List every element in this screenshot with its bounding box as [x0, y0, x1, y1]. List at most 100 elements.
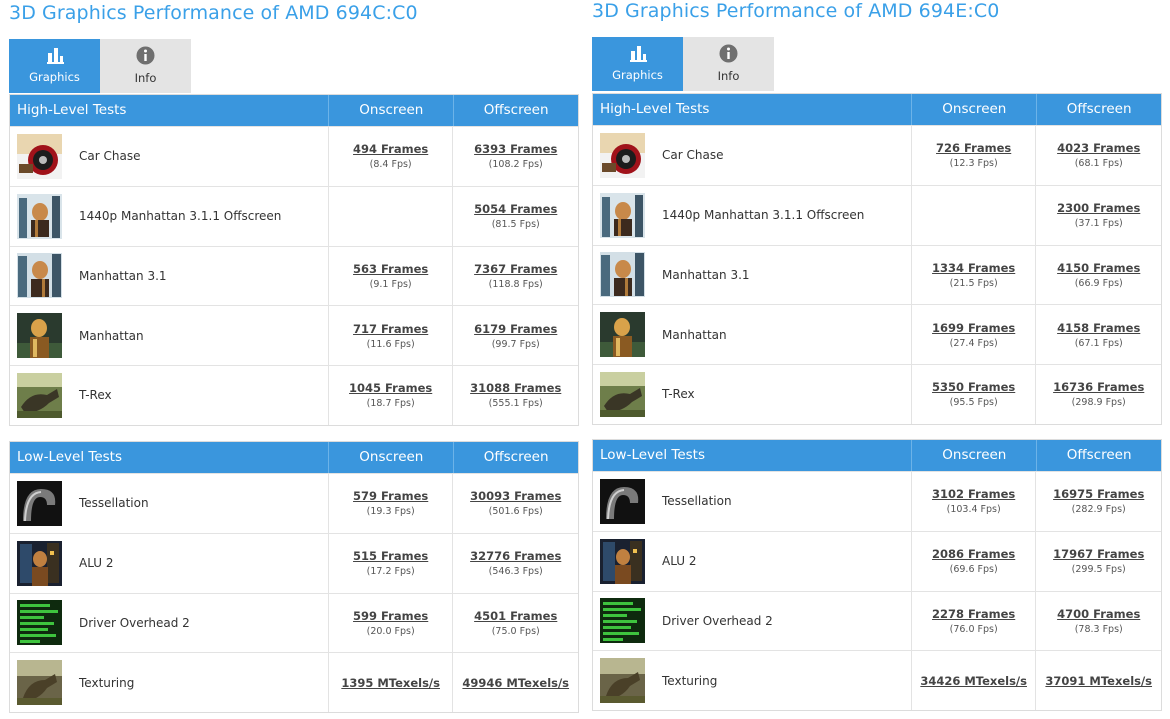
- offscreen-cell: 30093 Frames (501.6 Fps): [453, 474, 578, 533]
- header-offscreen: Offscreen: [1066, 447, 1132, 463]
- tab-info[interactable]: Info: [100, 39, 191, 93]
- tab-info[interactable]: Info: [683, 37, 774, 91]
- onscreen-fps: (17.2 Fps): [366, 566, 415, 578]
- offscreen-cell: 6393 Frames (108.2 Fps): [453, 127, 578, 186]
- low-level-tests-table: Low-Level Tests Onscreen Offscreen Tesse…: [9, 441, 579, 713]
- onscreen-result-link[interactable]: 726 Frames: [936, 141, 1011, 155]
- table-row: Manhattan 3.1 1334 Frames (21.5 Fps) 415…: [593, 244, 1161, 305]
- low-level-tests-table: Low-Level Tests Onscreen Offscreen Tesse…: [592, 439, 1162, 711]
- test-cell: 1440p Manhattan 3.1.1 Offscreen: [593, 185, 912, 245]
- offscreen-fps: (66.9 Fps): [1074, 277, 1123, 289]
- onscreen-result-link[interactable]: 2086 Frames: [932, 547, 1015, 561]
- header-onscreen: Onscreen: [912, 440, 1038, 471]
- device-panel: 3D Graphics Performance of AMD 694E:C0 G…: [592, 0, 1162, 717]
- test-thumbnail: [17, 600, 62, 646]
- test-name: ALU 2: [662, 554, 697, 569]
- offscreen-cell: 6179 Frames (99.7 Fps): [453, 306, 578, 365]
- offscreen-fps: (282.9 Fps): [1071, 504, 1126, 516]
- offscreen-fps: (108.2 Fps): [488, 159, 543, 171]
- table-row: Tessellation 579 Frames (19.3 Fps) 30093…: [10, 473, 578, 533]
- offscreen-result-link[interactable]: 16736 Frames: [1053, 380, 1144, 394]
- test-name: T-Rex: [662, 387, 695, 402]
- onscreen-result-link[interactable]: 563 Frames: [353, 262, 428, 276]
- test-name: 1440p Manhattan 3.1.1 Offscreen: [662, 208, 865, 223]
- offscreen-result-link[interactable]: 6393 Frames: [474, 142, 557, 156]
- onscreen-fps: (21.5 Fps): [949, 277, 998, 289]
- offscreen-result-link[interactable]: 37091 MTexels/s: [1045, 674, 1152, 688]
- onscreen-result-link[interactable]: 515 Frames: [353, 549, 428, 563]
- onscreen-cell: 579 Frames (19.3 Fps): [329, 474, 454, 533]
- test-cell: Driver Overhead 2: [593, 591, 912, 651]
- test-cell: Driver Overhead 2: [10, 593, 329, 653]
- tab-label: Info: [134, 71, 157, 85]
- onscreen-fps: (76.0 Fps): [949, 623, 998, 635]
- onscreen-result-link[interactable]: 5350 Frames: [932, 380, 1015, 394]
- onscreen-result-link[interactable]: 579 Frames: [353, 489, 428, 503]
- test-name: Tessellation: [79, 496, 149, 511]
- test-thumbnail: [600, 658, 645, 704]
- onscreen-result-link[interactable]: 599 Frames: [353, 609, 428, 623]
- info-icon: [136, 46, 155, 65]
- test-thumbnail: [600, 192, 645, 238]
- device-panel: 3D Graphics Performance of AMD 694C:C0 G…: [9, 2, 579, 719]
- offscreen-result-link[interactable]: 4150 Frames: [1057, 261, 1140, 275]
- onscreen-result-link[interactable]: 3102 Frames: [932, 487, 1015, 501]
- offscreen-cell: 37091 MTexels/s: [1036, 651, 1161, 710]
- test-thumbnail: [17, 133, 62, 179]
- offscreen-result-link[interactable]: 17967 Frames: [1053, 547, 1144, 561]
- header-test-name: High-Level Tests: [10, 95, 330, 126]
- offscreen-result-link[interactable]: 4700 Frames: [1057, 607, 1140, 621]
- test-name: Texturing: [79, 675, 135, 690]
- offscreen-result-link[interactable]: 6179 Frames: [474, 322, 557, 336]
- test-name: Driver Overhead 2: [79, 615, 190, 630]
- test-cell: Car Chase: [10, 127, 329, 186]
- offscreen-fps: (501.6 Fps): [488, 506, 543, 518]
- test-thumbnail: [17, 372, 62, 418]
- test-thumbnail: [17, 480, 62, 526]
- onscreen-cell: 494 Frames (8.4 Fps): [329, 127, 454, 186]
- table-row: T-Rex 5350 Frames (95.5 Fps) 16736 Frame…: [593, 364, 1161, 424]
- header-offscreen: Offscreen: [1066, 101, 1132, 117]
- test-cell: ALU 2: [10, 533, 329, 593]
- offscreen-result-link[interactable]: 4501 Frames: [474, 609, 557, 623]
- onscreen-result-link[interactable]: 1699 Frames: [932, 321, 1015, 335]
- onscreen-result-link[interactable]: 1395 MTexels/s: [341, 676, 440, 690]
- onscreen-result-link[interactable]: 1334 Frames: [932, 261, 1015, 275]
- test-cell: Manhattan 3.1: [593, 245, 912, 305]
- onscreen-fps: (18.7 Fps): [366, 398, 415, 410]
- tab-graphics[interactable]: Graphics: [9, 39, 100, 93]
- offscreen-result-link[interactable]: 4023 Frames: [1057, 141, 1140, 155]
- offscreen-result-link[interactable]: 7367 Frames: [474, 262, 557, 276]
- onscreen-result-link[interactable]: 34426 MTexels/s: [920, 674, 1027, 688]
- onscreen-result-link[interactable]: 494 Frames: [353, 142, 428, 156]
- tab-graphics[interactable]: Graphics: [592, 37, 683, 91]
- test-name: Manhattan 3.1: [662, 267, 750, 282]
- offscreen-result-link[interactable]: 16975 Frames: [1053, 487, 1144, 501]
- offscreen-result-link[interactable]: 31088 Frames: [470, 381, 561, 395]
- test-thumbnail: [17, 193, 62, 239]
- test-thumbnail: [17, 540, 62, 586]
- header-test-name: Low-Level Tests: [10, 442, 330, 473]
- table-row: Manhattan 3.1 563 Frames (9.1 Fps) 7367 …: [10, 245, 578, 306]
- offscreen-cell: 49946 MTexels/s: [453, 653, 578, 712]
- header-onscreen: Onscreen: [912, 94, 1038, 125]
- onscreen-fps: (20.0 Fps): [366, 625, 415, 637]
- test-thumbnail: [600, 132, 645, 178]
- table-row: T-Rex 1045 Frames (18.7 Fps) 31088 Frame…: [10, 365, 578, 425]
- test-thumbnail: [600, 598, 645, 644]
- offscreen-result-link[interactable]: 32776 Frames: [470, 549, 561, 563]
- offscreen-result-link[interactable]: 2300 Frames: [1057, 201, 1140, 215]
- test-name: Manhattan 3.1: [79, 268, 167, 283]
- offscreen-result-link[interactable]: 5054 Frames: [474, 202, 557, 216]
- table-row: Driver Overhead 2 599 Frames (20.0 Fps) …: [10, 592, 578, 653]
- offscreen-result-link[interactable]: 4158 Frames: [1057, 321, 1140, 335]
- offscreen-result-link[interactable]: 49946 MTexels/s: [462, 676, 569, 690]
- onscreen-result-link[interactable]: 1045 Frames: [349, 381, 432, 395]
- onscreen-cell: 563 Frames (9.1 Fps): [329, 246, 454, 306]
- test-thumbnail: [600, 312, 645, 358]
- test-thumbnail: [600, 252, 645, 298]
- onscreen-result-link[interactable]: 717 Frames: [353, 322, 428, 336]
- onscreen-result-link[interactable]: 2278 Frames: [932, 607, 1015, 621]
- offscreen-result-link[interactable]: 30093 Frames: [470, 489, 561, 503]
- page-title: 3D Graphics Performance of AMD 694C:C0: [9, 2, 418, 24]
